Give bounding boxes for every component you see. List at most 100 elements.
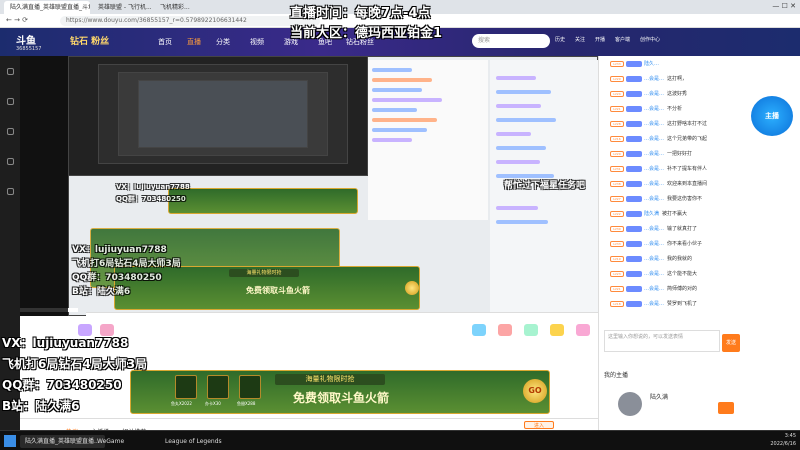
nav-live[interactable]: 直播 (187, 37, 201, 47)
chat-text: 你不来看小伙子 (667, 241, 703, 247)
history-icon[interactable]: 历史 (555, 36, 565, 43)
user-level-badge: LV18 (610, 300, 624, 307)
gift-icon[interactable] (550, 324, 564, 336)
nested-chat-row (372, 98, 442, 102)
chat-text: 这打啊， (667, 76, 688, 82)
chat-message: LV18 …会是… 赞罗到飞机了 (610, 300, 750, 309)
chat-username[interactable]: …会是… (644, 91, 664, 97)
fan-badge-icon (626, 135, 642, 142)
browser-tab[interactable]: 飞机精彩... (154, 1, 214, 14)
chat-message: LV31 …会是… 补不了提车有伴人 (610, 165, 750, 174)
chat-username[interactable]: 陆久满 (644, 211, 659, 217)
left-sidebar (0, 56, 20, 430)
mid-promo-go-icon[interactable] (405, 281, 419, 295)
browser-tab[interactable]: 英雄联盟 - 飞行机... (92, 1, 152, 14)
sidebar-item[interactable] (2, 158, 18, 166)
client-icon[interactable]: 客户端 (615, 36, 630, 43)
user-level-badge: LV19 (610, 255, 624, 262)
stream-info-games: 飞机打6局钻石4局大师3局 (2, 357, 148, 371)
promo-item-card (207, 375, 229, 399)
nested-chat-row (496, 220, 548, 224)
chat-text: 欢迎来到本直播间 (667, 181, 708, 187)
gift-icon[interactable] (576, 324, 590, 336)
chat-text: 输了就真打了 (667, 226, 698, 232)
chat-username[interactable]: …会是… (644, 136, 664, 142)
site-logo[interactable]: 斗鱼 (16, 32, 36, 47)
chat-username[interactable]: …会是… (644, 301, 664, 307)
url-field[interactable]: https://www.douyu.com/36855157_r=0.57989… (60, 16, 320, 26)
chat-username[interactable]: …会是… (644, 181, 664, 187)
window-controls[interactable]: — ☐ ✕ (700, 2, 796, 12)
sidebar-item[interactable] (2, 68, 18, 76)
sidebar-item[interactable] (2, 188, 18, 196)
chat-message: LV19 …会是… 我的我就的 (610, 255, 750, 264)
chat-username[interactable]: …会是… (644, 286, 664, 292)
chat-username[interactable]: …会是… (644, 106, 664, 112)
streamer-name[interactable]: 陆久满 (650, 392, 668, 401)
start-icon[interactable] (4, 435, 16, 447)
chat-text: 简师傅的对的 (667, 286, 698, 292)
chat-username[interactable]: 陆久… (644, 61, 659, 67)
creator-center-icon[interactable]: 创作中心 (640, 36, 660, 43)
chat-message: LV33 …会是… 你不来看小伙子 (610, 240, 750, 249)
bottom-tabs: 热议 主播说 相关推荐 (20, 418, 598, 436)
chat-username[interactable]: …会是… (644, 76, 664, 82)
chat-username[interactable]: …会是… (644, 196, 664, 202)
chat-message: LV20 …会是… 一把好好打 (610, 150, 750, 159)
chat-username[interactable]: …会是… (644, 151, 664, 157)
chat-input[interactable]: 这里输入你想说的，可以发送表情 (604, 330, 720, 352)
browser-tab-active[interactable]: 陆久满直播_英雄联盟直播_斗鱼... (4, 1, 90, 14)
chat-text: 这个兄弟带的飞起 (667, 136, 708, 142)
chat-username[interactable]: …会是… (644, 226, 664, 232)
gift-icon[interactable] (472, 324, 486, 336)
chat-username[interactable]: …会是… (644, 166, 664, 172)
nav-category[interactable]: 分类 (216, 37, 230, 47)
chat-message: LV33 陆久… (610, 60, 750, 69)
chat-text: 补不了提车有伴人 (667, 166, 708, 172)
nested-info-small-vx: VX：lujiuyuan7788 (116, 183, 190, 191)
promo-go-button[interactable]: GO (523, 379, 547, 403)
nav-buttons-icon[interactable]: ← → ⟳ (6, 16, 28, 24)
chat-text: 一把好好打 (667, 151, 693, 157)
sidebar-item[interactable] (2, 128, 18, 136)
chat-message-list: LV33 陆久… LV29 …会是… 这打啊， LV24 …会是… 这波好秀 LV21 …会是… 不… (604, 56, 754, 326)
nested-info-small-qq: QQ群：703480250 (116, 195, 186, 203)
current-region: 当前大区：德玛西亚铂金1 (290, 26, 443, 41)
chat-message: LV24 …会是… 这波好秀 (610, 90, 750, 99)
event-badge-icon[interactable]: 主播 (751, 96, 793, 136)
chat-message: LV27 …会是… 我要这伤害你不 (610, 195, 750, 204)
send-button[interactable]: 发送 (722, 334, 740, 352)
streamer-avatar[interactable] (618, 392, 642, 416)
chat-username[interactable]: …会是… (644, 271, 664, 277)
user-level-badge: LV33 (610, 240, 624, 247)
nested-chat-row (372, 68, 412, 72)
nested-info-vx: VX：lujiuyuan7788 (72, 245, 167, 255)
gift-icon[interactable] (524, 324, 538, 336)
nav-home[interactable]: 首页 (158, 37, 172, 47)
nested-chat-row (372, 88, 422, 92)
gift-icon[interactable] (498, 324, 512, 336)
fan-badge-icon (626, 90, 642, 97)
sidebar-item[interactable] (2, 98, 18, 106)
broadcast-icon[interactable]: 开播 (595, 36, 605, 43)
fan-badge-icon (626, 75, 642, 82)
taskbar-item[interactable]: WeGame (92, 435, 129, 448)
fan-badge-icon (626, 105, 642, 112)
stream-info-bilibili: B站：陆久满6 (2, 399, 80, 413)
taskbar-item[interactable]: League of Legends (160, 435, 227, 448)
user-level-badge: LV33 (610, 60, 624, 67)
promo-banner[interactable]: 海量礼物限时抢 免费领取斗鱼火箭 鱼丸X2022 办卡X30 鱼翅X288 GO (130, 370, 550, 414)
enter-room-button[interactable]: 进入 (524, 421, 554, 429)
nav-video[interactable]: 视频 (250, 37, 264, 47)
search-input[interactable]: 搜索 (472, 34, 550, 48)
promo-item-label: 鱼翅X288 (237, 401, 256, 406)
my-streamer-label: 我的主播 (604, 372, 629, 379)
chat-username[interactable]: …会是… (644, 121, 664, 127)
follow-icon[interactable]: 关注 (575, 36, 585, 43)
fan-badge-icon (626, 240, 642, 247)
chat-username[interactable]: …会是… (644, 256, 664, 262)
chat-username[interactable]: …会是… (644, 241, 664, 247)
user-level-badge: LV16 (610, 135, 624, 142)
follow-button[interactable] (718, 402, 734, 414)
category-icon (6, 98, 14, 105)
